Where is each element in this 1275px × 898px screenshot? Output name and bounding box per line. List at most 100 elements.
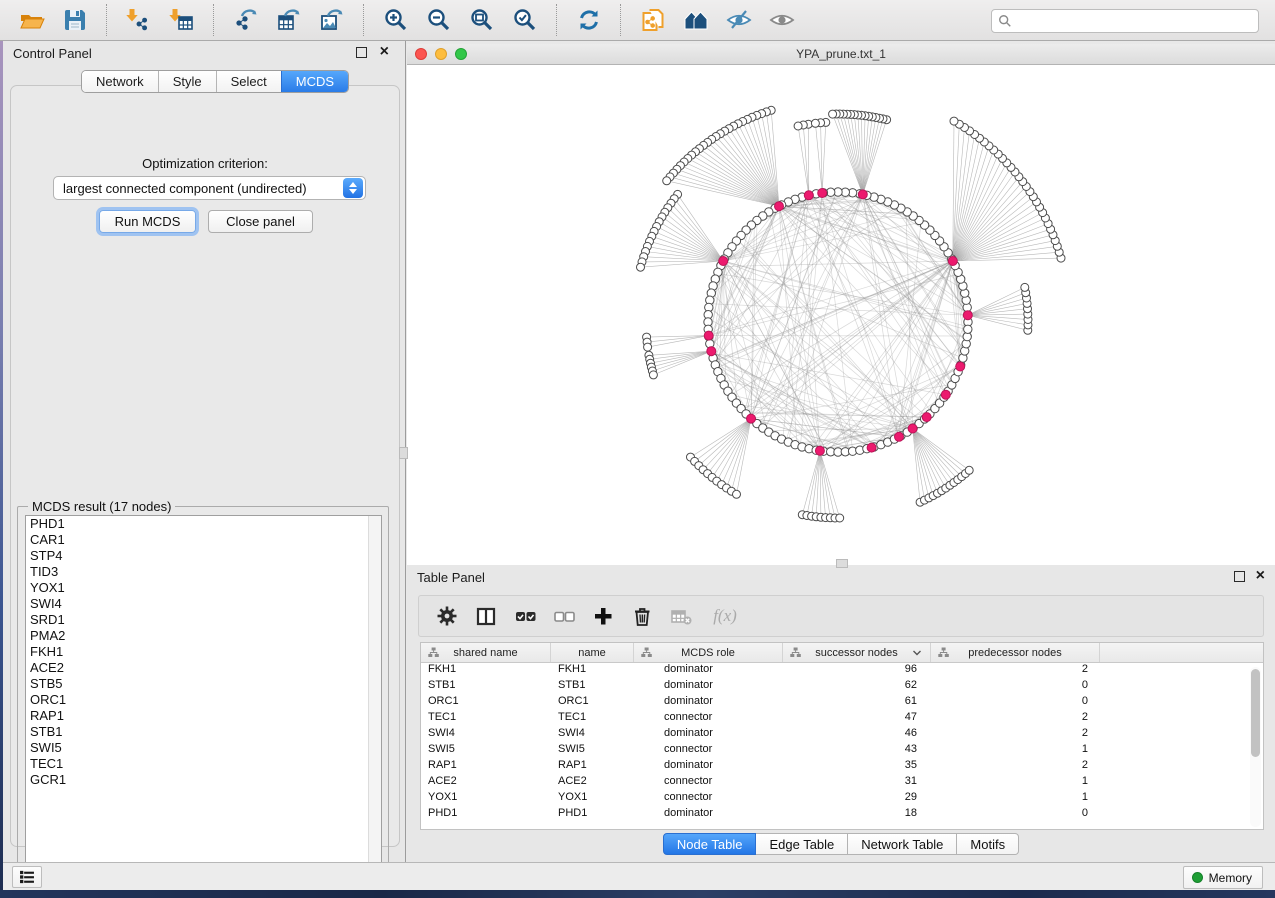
import-table-icon[interactable] [168,7,195,34]
cell-predecessor_nodes: 2 [931,727,1100,743]
task-list-icon [18,868,36,886]
table-row[interactable]: FKH1FKH1dominator962 [421,663,1263,679]
mcds-node-item[interactable]: YOX1 [26,580,381,596]
select-all-checks-icon[interactable] [513,604,537,628]
mcds-node-item[interactable]: STP4 [26,548,381,564]
control-panel: Control Panel × NetworkStyleSelectMCDS O… [3,41,406,862]
unselect-all-checks-icon[interactable] [552,604,576,628]
column-header-filler [1100,643,1263,662]
refresh-icon[interactable] [575,7,602,34]
table-scrollbar-thumb[interactable] [1251,669,1260,757]
export-image-icon[interactable] [318,7,345,34]
horizontal-splitter-handle[interactable] [836,559,848,568]
node-table: shared namenameMCDS rolesuccessor nodesp… [420,642,1264,830]
zoom-selected-icon[interactable] [511,7,538,34]
export-table-icon[interactable] [275,7,302,34]
export-network-icon[interactable] [232,7,259,34]
cell-mcds_role: dominator [634,807,783,823]
mcds-list-scrollbar[interactable] [368,516,381,869]
mcds-node-item[interactable]: GCR1 [26,772,381,788]
search-input[interactable] [1012,11,1252,31]
clone-network-icon[interactable] [639,7,666,34]
zoom-fit-icon[interactable] [468,7,495,34]
tab-node-table[interactable]: Node Table [663,833,757,855]
mcds-node-item[interactable]: STB1 [26,724,381,740]
table-row[interactable]: ACE2ACE2connector311 [421,775,1263,791]
table-row[interactable]: YOX1YOX1connector291 [421,791,1263,807]
cell-name: SWI4 [551,727,634,743]
function-builder-icon: f(x) [708,604,742,628]
table-row[interactable]: SWI5SWI5connector431 [421,743,1263,759]
first-neighbors-icon[interactable] [682,7,709,34]
show-all-icon[interactable] [768,7,795,34]
toolbar-separator [213,4,214,36]
table-row[interactable]: ORC1ORC1dominator610 [421,695,1263,711]
optimization-criterion-value: largest connected component (undirected) [54,181,343,196]
tab-style[interactable]: Style [158,71,216,92]
column-header-MCDS-role[interactable]: MCDS role [634,643,783,662]
vertical-splitter-handle[interactable] [399,447,408,459]
control-panel-float-button[interactable] [356,47,367,58]
optimization-criterion-label: Optimization criterion: [11,156,399,171]
split-columns-icon[interactable] [474,604,498,628]
cell-successor_nodes: 46 [783,727,931,743]
memory-button[interactable]: Memory [1183,866,1263,889]
table-tabbar: Node TableEdge TableNetwork TableMotifs [407,833,1275,855]
zoom-in-icon[interactable] [382,7,409,34]
mcds-node-item[interactable]: PHD1 [26,516,381,532]
import-network-icon[interactable] [125,7,152,34]
mcds-node-item[interactable]: ORC1 [26,692,381,708]
close-panel-button[interactable]: Close panel [208,210,313,233]
mcds-node-item[interactable]: RAP1 [26,708,381,724]
search-box[interactable] [991,9,1259,33]
task-history-button[interactable] [12,866,42,888]
tab-network-table[interactable]: Network Table [848,833,957,855]
cell-predecessor_nodes: 2 [931,663,1100,679]
cell-predecessor_nodes: 0 [931,695,1100,711]
mcds-node-item[interactable]: ACE2 [26,660,381,676]
mcds-node-item[interactable]: SRD1 [26,612,381,628]
mcds-node-item[interactable]: FKH1 [26,644,381,660]
delete-column-icon[interactable] [630,604,654,628]
table-scrollbar[interactable] [1250,667,1261,827]
mcds-node-item[interactable]: CAR1 [26,532,381,548]
tab-motifs[interactable]: Motifs [957,833,1019,855]
zoom-out-icon[interactable] [425,7,452,34]
run-mcds-button[interactable]: Run MCDS [99,210,196,233]
mcds-node-item[interactable]: SWI4 [26,596,381,612]
network-window-titlebar[interactable]: YPA_prune.txt_1 [407,44,1275,65]
tab-mcds[interactable]: MCDS [281,71,348,92]
table-row[interactable]: STB1STB1dominator620 [421,679,1263,695]
hide-selected-icon[interactable] [725,7,752,34]
cell-shared_name: SWI5 [421,743,551,759]
mcds-result-list[interactable]: PHD1CAR1STP4TID3YOX1SWI4SRD1PMA2FKH1ACE2… [25,515,382,870]
table-panel-float-button[interactable] [1234,571,1245,582]
table-row[interactable]: TEC1TEC1connector472 [421,711,1263,727]
mcds-node-item[interactable]: PMA2 [26,628,381,644]
settings-gear-icon[interactable] [435,604,459,628]
table-row[interactable]: PHD1PHD1dominator180 [421,807,1263,823]
column-header-predecessor-nodes[interactable]: predecessor nodes [931,643,1100,662]
tab-network[interactable]: Network [82,71,158,92]
table-row[interactable]: SWI4SWI4dominator462 [421,727,1263,743]
network-canvas[interactable] [407,65,1275,565]
save-session-icon[interactable] [61,7,88,34]
add-column-icon[interactable] [591,604,615,628]
column-header-name[interactable]: name [551,643,634,662]
control-panel-close-button[interactable]: × [380,43,389,61]
tab-edge-table[interactable]: Edge Table [756,833,848,855]
mcds-node-item[interactable]: SWI5 [26,740,381,756]
cell-mcds_role: dominator [634,679,783,695]
mcds-node-item[interactable]: TEC1 [26,756,381,772]
column-header-shared-name[interactable]: shared name [421,643,551,662]
table-row[interactable]: RAP1RAP1dominator352 [421,759,1263,775]
table-panel-close-button[interactable]: × [1256,567,1265,585]
optimization-criterion-select[interactable]: largest connected component (undirected) [53,176,366,200]
mcds-node-item[interactable]: TID3 [26,564,381,580]
mcds-node-item[interactable]: STB5 [26,676,381,692]
tab-select[interactable]: Select [216,71,281,92]
cell-predecessor_nodes: 2 [931,759,1100,775]
open-file-icon[interactable] [18,7,45,34]
column-header-successor-nodes[interactable]: successor nodes [783,643,931,662]
cell-shared_name: ACE2 [421,775,551,791]
